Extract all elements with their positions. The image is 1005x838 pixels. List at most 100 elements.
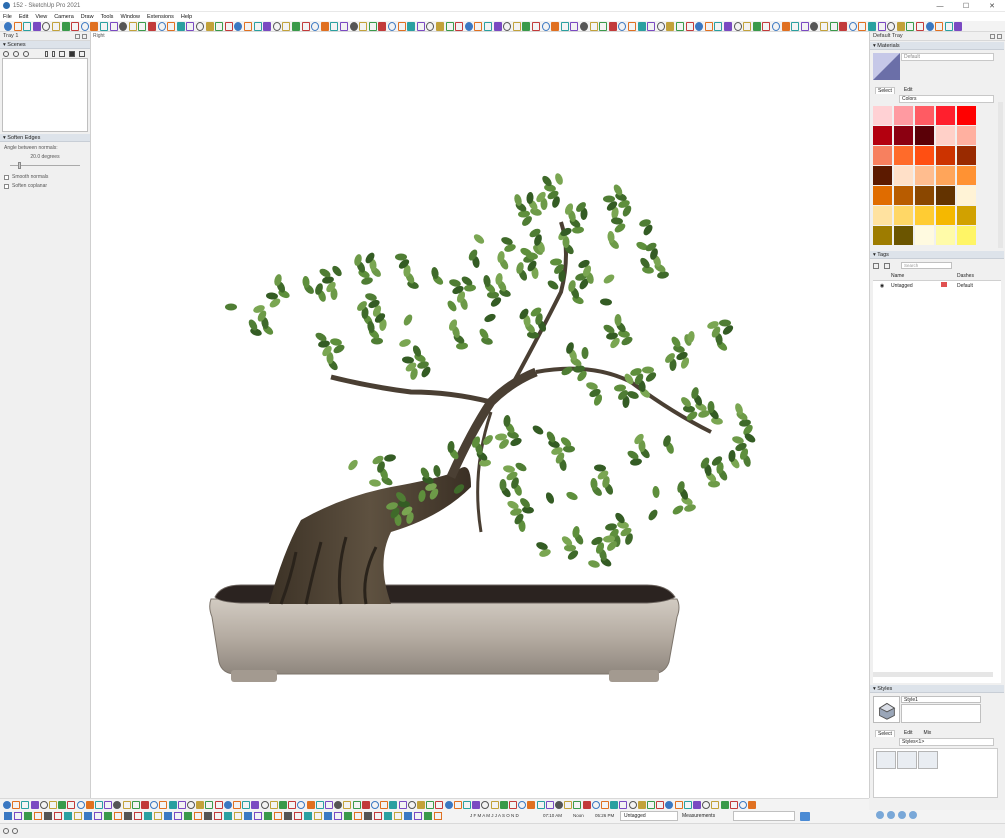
tool-icon[interactable] (361, 801, 370, 809)
tool-icon[interactable] (104, 812, 112, 820)
tool-icon[interactable] (839, 22, 848, 31)
tool-icon[interactable] (868, 22, 876, 31)
tool-icon[interactable] (44, 812, 52, 820)
close-tray-icon[interactable] (997, 34, 1002, 39)
tool-icon[interactable] (424, 812, 432, 820)
color-swatch[interactable] (873, 186, 892, 205)
tool-icon[interactable] (253, 22, 262, 31)
tool-icon[interactable] (463, 801, 471, 809)
tool-icon[interactable] (407, 22, 416, 31)
color-swatch[interactable] (957, 166, 976, 185)
tool-icon[interactable] (490, 801, 499, 809)
tool-icon[interactable] (573, 801, 582, 809)
tool-icon[interactable] (12, 801, 21, 809)
tool-icon[interactable] (304, 812, 312, 820)
tool-icon[interactable] (104, 801, 113, 809)
tool-icon[interactable] (168, 801, 177, 809)
tool-icon[interactable] (13, 22, 22, 31)
color-swatch[interactable] (915, 106, 934, 125)
tool-icon[interactable] (368, 22, 377, 31)
tool-icon[interactable] (282, 22, 291, 31)
color-swatch[interactable] (873, 146, 892, 165)
tool-icon[interactable] (124, 812, 132, 820)
tool-icon[interactable] (512, 22, 521, 31)
tool-icon[interactable] (829, 22, 838, 31)
tool-icon[interactable] (464, 22, 473, 31)
tool-icon[interactable] (820, 22, 828, 31)
scenes-list[interactable] (2, 58, 88, 132)
tool-icon[interactable] (177, 801, 186, 809)
tool-icon[interactable] (404, 812, 412, 820)
tool-icon[interactable] (128, 22, 137, 31)
color-swatch[interactable] (936, 106, 955, 125)
tool-icon[interactable] (138, 22, 147, 31)
tool-icon[interactable] (608, 22, 617, 31)
tool-icon[interactable] (455, 22, 464, 31)
tool-icon[interactable] (334, 812, 342, 820)
tool-icon[interactable] (150, 801, 159, 809)
tool-icon[interactable] (656, 801, 665, 809)
tool-icon[interactable] (269, 801, 278, 809)
color-swatch[interactable] (894, 146, 913, 165)
tool-icon[interactable] (204, 812, 212, 820)
tool-icon[interactable] (349, 22, 358, 31)
color-swatch[interactable] (957, 126, 976, 145)
color-swatch[interactable] (873, 206, 892, 225)
tool-icon[interactable] (306, 801, 315, 809)
tool-icon[interactable] (174, 812, 182, 820)
tool-icon[interactable] (164, 812, 172, 820)
tool-icon[interactable] (176, 22, 185, 31)
color-swatch[interactable] (936, 226, 955, 245)
tool-icon[interactable] (720, 801, 729, 809)
tool-icon[interactable] (3, 801, 11, 809)
tool-icon[interactable] (800, 22, 809, 31)
tool-icon[interactable] (714, 22, 723, 31)
tool-icon[interactable] (729, 801, 738, 809)
tool-icon[interactable] (683, 801, 692, 809)
color-swatch[interactable] (894, 186, 913, 205)
tool-icon[interactable] (618, 22, 627, 31)
tool-icon[interactable] (244, 22, 252, 31)
move-down-icon[interactable] (52, 50, 55, 57)
tray-tab-icon[interactable] (909, 811, 917, 819)
tool-icon[interactable] (186, 22, 195, 31)
tool-icon[interactable] (619, 801, 628, 809)
tool-icon[interactable] (14, 812, 22, 820)
color-swatch[interactable] (873, 106, 892, 125)
tool-icon[interactable] (354, 812, 362, 820)
tool-icon[interactable] (21, 801, 30, 809)
tool-icon[interactable] (848, 22, 857, 31)
tags-search-input[interactable]: Search (901, 262, 952, 269)
instructor-icon[interactable] (800, 812, 810, 821)
tool-icon[interactable] (320, 22, 329, 31)
menu-file[interactable]: File (3, 14, 12, 20)
tool-icon[interactable] (704, 22, 713, 31)
tool-icon[interactable] (311, 22, 320, 31)
tool-icon[interactable] (724, 22, 732, 31)
tool-icon[interactable] (184, 812, 192, 820)
pin-icon[interactable] (75, 34, 80, 39)
tool-icon[interactable] (154, 812, 162, 820)
tool-icon[interactable] (407, 801, 416, 809)
color-swatch[interactable] (894, 106, 913, 125)
tool-icon[interactable] (4, 812, 12, 820)
tool-icon[interactable] (739, 801, 747, 809)
scenes-panel-header[interactable]: ▾ Scenes (0, 41, 90, 49)
color-swatch[interactable] (894, 126, 913, 145)
color-swatch[interactable] (915, 166, 934, 185)
tool-icon[interactable] (637, 22, 646, 31)
tool-icon[interactable] (340, 22, 348, 31)
menu-draw[interactable]: Draw (81, 14, 94, 20)
tool-icon[interactable] (194, 812, 202, 820)
tool-icon[interactable] (4, 22, 12, 31)
view-options-icon[interactable] (59, 50, 65, 57)
tool-icon[interactable] (100, 22, 108, 31)
tool-icon[interactable] (80, 22, 89, 31)
tool-icon[interactable] (32, 22, 41, 31)
col-name[interactable]: Name (891, 273, 941, 280)
tool-icon[interactable] (628, 22, 636, 31)
tool-icon[interactable] (76, 801, 85, 809)
close-button[interactable]: ✕ (979, 0, 1005, 12)
tool-icon[interactable] (570, 22, 579, 31)
tool-icon[interactable] (445, 22, 454, 31)
